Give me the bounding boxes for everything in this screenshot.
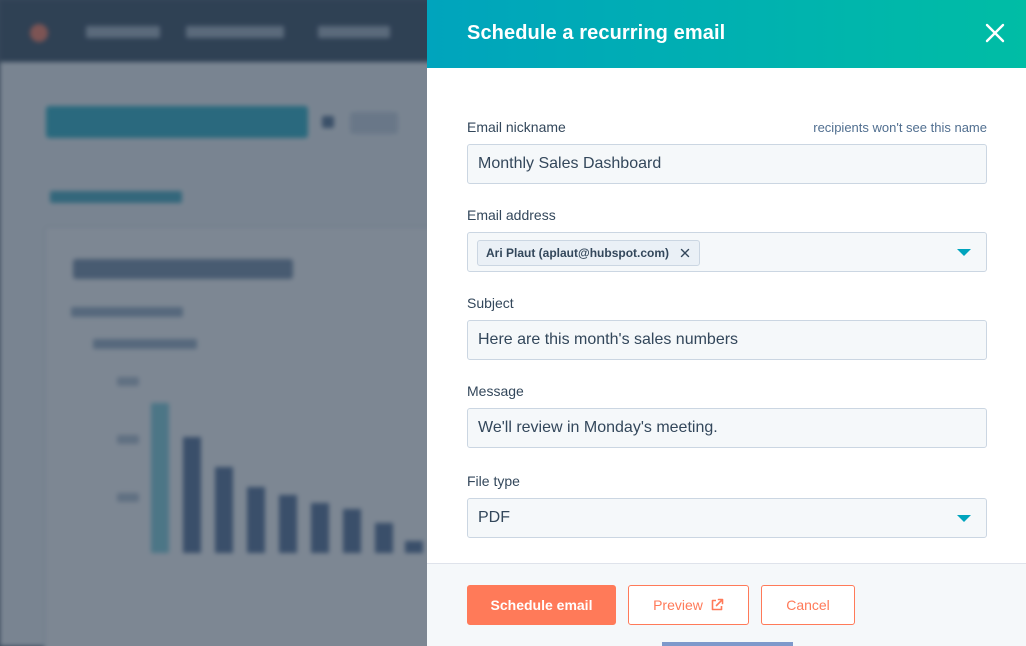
close-button[interactable] [979, 17, 1011, 49]
panel-header: Schedule a recurring email [427, 0, 1026, 68]
close-icon [680, 248, 690, 258]
subject-label: Subject [467, 295, 514, 311]
preview-button[interactable]: Preview [628, 585, 749, 625]
message-label: Message [467, 383, 524, 399]
subject-value: Here are this month's sales numbers [478, 331, 739, 348]
recipient-tag: Ari Plaut (aplaut@hubspot.com) [477, 240, 701, 266]
caret-down-icon [957, 515, 971, 522]
nickname-hint: recipients won't see this name [813, 120, 987, 135]
close-icon [985, 23, 1005, 43]
external-link-icon [710, 598, 724, 612]
email-address-label: Email address [467, 207, 556, 223]
schedule-email-label: Schedule email [490, 597, 593, 613]
file-type-label: File type [467, 473, 520, 489]
cancel-button[interactable]: Cancel [761, 585, 855, 625]
nickname-value: Monthly Sales Dashboard [478, 155, 662, 172]
file-type-value: PDF [478, 509, 510, 526]
message-input[interactable]: We'll review in Monday's meeting. [467, 408, 987, 448]
panel-title: Schedule a recurring email [467, 22, 726, 44]
subject-input[interactable]: Here are this month's sales numbers [467, 320, 987, 360]
cancel-label: Cancel [786, 597, 830, 613]
schedule-email-panel: Schedule a recurring email Email nicknam… [427, 0, 1026, 646]
file-type-select[interactable]: PDF [467, 498, 987, 538]
recipient-tag-label: Ari Plaut (aplaut@hubspot.com) [486, 246, 670, 260]
preview-label: Preview [653, 597, 703, 613]
nickname-input[interactable]: Monthly Sales Dashboard [467, 144, 987, 184]
background-peek-strip [662, 642, 793, 646]
panel-footer: Schedule email Preview Cancel [427, 563, 1026, 646]
schedule-email-button[interactable]: Schedule email [467, 585, 616, 625]
caret-down-icon[interactable] [957, 249, 971, 256]
email-address-field[interactable]: Ari Plaut (aplaut@hubspot.com) [467, 232, 987, 272]
remove-recipient-button[interactable] [679, 247, 691, 259]
nickname-label: Email nickname [467, 119, 566, 135]
message-value: We'll review in Monday's meeting. [478, 419, 718, 436]
